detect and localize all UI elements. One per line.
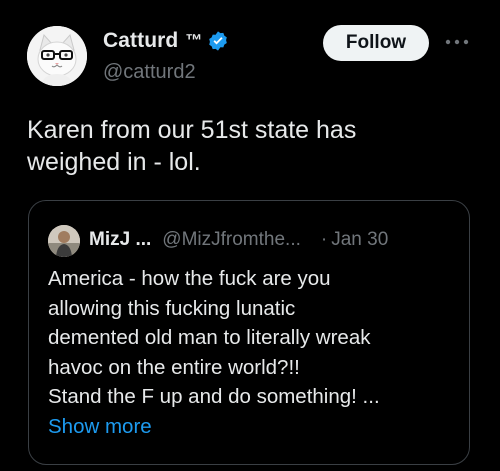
quoted-tweet-date[interactable]: Jan 30 (331, 229, 388, 251)
quoted-author-name[interactable]: MizJ ... (89, 229, 151, 251)
show-more-link[interactable]: Show more (48, 412, 458, 442)
quoted-text-line: havoc on the entire world?!! (48, 355, 300, 379)
quoted-tweet[interactable]: MizJ ... @MizJfromthe... · Jan 30 Americ… (28, 200, 470, 465)
follow-button[interactable]: Follow (323, 25, 429, 61)
author-name-row: Catturd ™ (103, 28, 229, 54)
cat-with-glasses-avatar[interactable] (27, 26, 87, 86)
quoted-text-line: America - how the fuck are you (48, 267, 331, 290)
trademark-symbol: ™ (185, 31, 203, 50)
quoted-text-line: Stand the F up and do something! ... (48, 385, 380, 408)
quoted-text-line: allowing this fucking lunatic (48, 296, 296, 320)
quoted-author-handle[interactable]: @MizJfromthe... (162, 229, 301, 251)
quoted-tweet-header: MizJ ... @MizJfromthe... · Jan 30 (89, 229, 388, 251)
author-handle[interactable]: @catturd2 (103, 61, 196, 84)
verified-badge-icon (209, 31, 228, 51)
tweet-text-line: Karen from our 51st state has (27, 116, 357, 144)
more-dots-icon[interactable] (444, 35, 470, 49)
author-display-name[interactable]: Catturd (103, 29, 178, 53)
quoted-text-line: demented old man to literally wreak (48, 326, 371, 349)
separator-dot: · (320, 229, 328, 250)
quoted-tweet-text: America - how the fuck are you allowing … (48, 264, 458, 441)
quoted-author-avatar[interactable] (48, 225, 80, 257)
tweet-card: Catturd ™ @catturd2 Follow Karen from ou… (0, 0, 500, 471)
tweet-text-line: weighed in - lol. (27, 148, 201, 176)
tweet-text: Karen from our 51st state has weighed in… (27, 114, 467, 178)
